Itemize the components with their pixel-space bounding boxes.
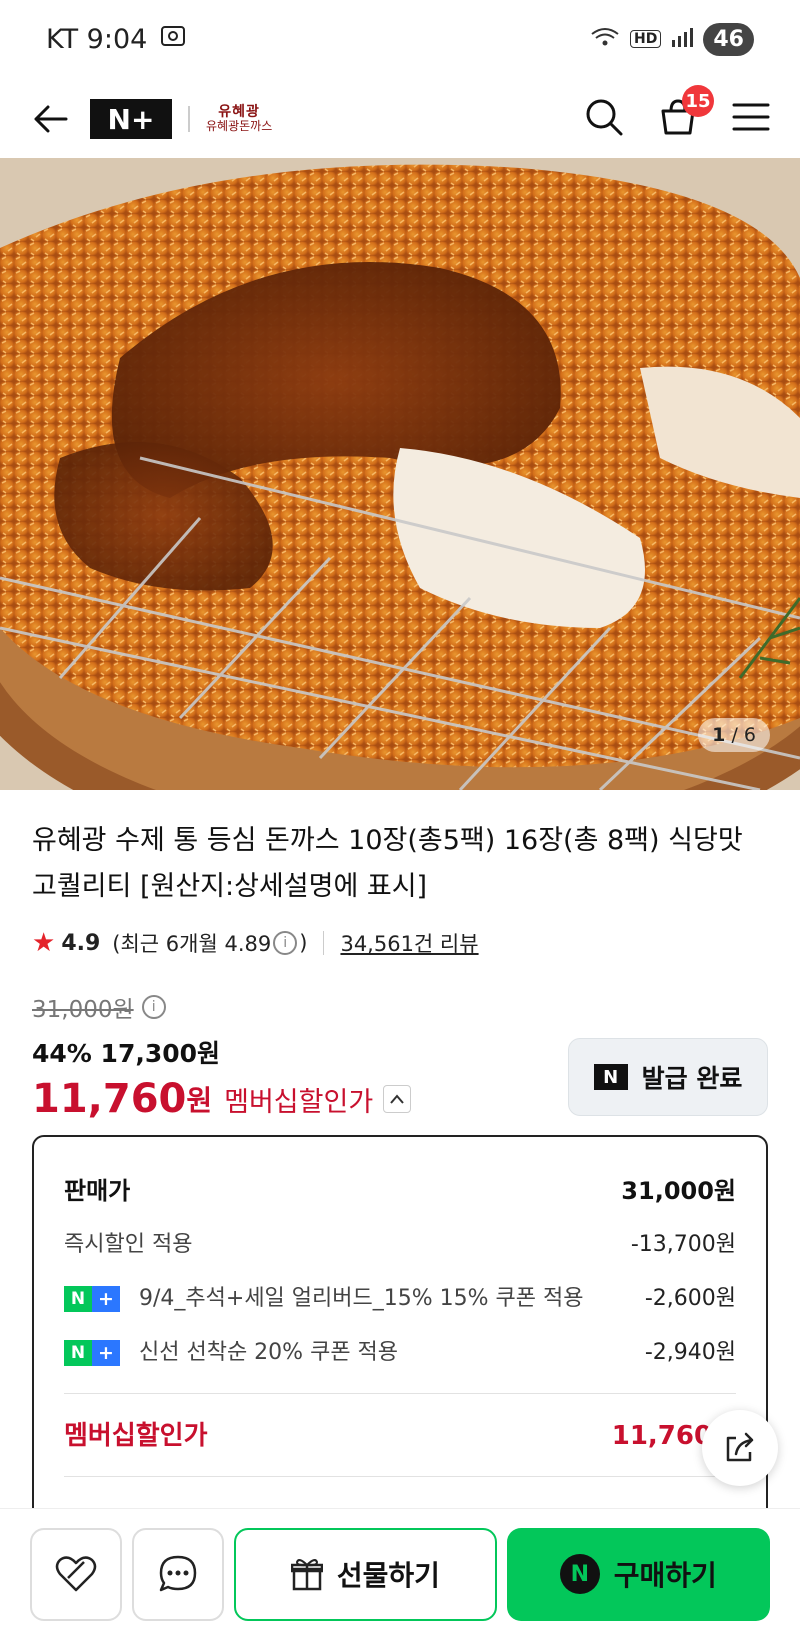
naver-plus-badge-icon: N +	[64, 1340, 120, 1366]
share-icon	[726, 1432, 754, 1462]
store-logo-text: 유혜광돈까스	[206, 119, 273, 133]
breakdown-amount: -13,700원	[630, 1232, 736, 1257]
naver-plus-badge-icon: N +	[64, 1286, 120, 1312]
header-divider	[188, 106, 190, 132]
naver-plus-logo[interactable]: N+	[90, 99, 172, 139]
store-logo[interactable]: 유혜광 유혜광돈까스	[206, 105, 272, 133]
rating-value: 4.9	[61, 930, 101, 956]
gallery-separator: /	[731, 724, 738, 746]
gallery-page-indicator: 1 / 6	[698, 718, 770, 752]
breakdown-member-label: 멤버십할인가	[64, 1420, 208, 1451]
rating-divider	[323, 931, 325, 955]
breakdown-amount: -2,940원	[644, 1340, 736, 1365]
original-price-row: 31,000원 i	[32, 990, 772, 1024]
breakdown-divider	[64, 1476, 736, 1477]
breakdown-amount: 31,000원	[621, 1176, 736, 1205]
gift-button[interactable]: 선물하기	[234, 1527, 497, 1621]
original-price: 31,000원	[32, 997, 134, 1023]
breakdown-row: N + 9/4_추석+세일 얼리버드_15% 15% 쿠폰 적용 -2,600원	[64, 1269, 736, 1323]
review-count-link[interactable]: 34,561건 리뷰	[340, 928, 478, 958]
menu-button[interactable]	[732, 101, 770, 137]
product-info: 유혜광 수제 통 등심 돈까스 10장(총5팩) 16장(총 8팩) 식당맛 고…	[0, 790, 800, 958]
gift-icon	[290, 1559, 323, 1591]
buy-button[interactable]: N 구매하기	[506, 1527, 770, 1621]
gallery-current-page: 1	[712, 724, 726, 746]
recent-rating: (최근 6개월 4.89	[112, 932, 272, 956]
hd-icon: HD	[630, 30, 662, 48]
share-button[interactable]	[702, 1410, 778, 1486]
star-icon: ★	[32, 928, 56, 958]
member-price: 11,760	[32, 1076, 187, 1122]
recent-rating-close: )	[299, 931, 308, 955]
buy-button-label: 구매하기	[613, 1559, 717, 1592]
bottom-action-bar: 선물하기 N 구매하기	[0, 1508, 800, 1639]
price-breakdown-card: 판매가 31,000원 즉시할인 적용 -13,700원 N + 9/4_추석+세…	[32, 1135, 768, 1535]
carrier-time: KT 9:04	[46, 23, 148, 55]
breakdown-amount: -2,600원	[644, 1286, 736, 1311]
chat-button[interactable]	[132, 1527, 225, 1621]
search-button[interactable]	[584, 97, 624, 141]
breakdown-divider	[64, 1393, 736, 1394]
product-title: 유혜광 수제 통 등심 돈까스 10장(총5팩) 16장(총 8팩) 식당맛 고…	[32, 825, 743, 902]
price-info-icon[interactable]: i	[141, 995, 166, 1019]
naver-n-icon: N	[593, 1064, 628, 1090]
screenshot-icon	[159, 24, 187, 55]
breakdown-label: 판매가	[64, 1176, 131, 1205]
coupon-button-label: 발급 완료	[641, 1064, 743, 1093]
product-photo	[0, 158, 800, 790]
naver-plus-logo-text: N+	[107, 102, 155, 136]
breakdown-label: 신선 선착순 20% 쿠폰 적용	[139, 1340, 399, 1365]
breakdown-label: 즉시할인 적용	[64, 1232, 193, 1257]
info-icon[interactable]: i	[273, 931, 298, 955]
arrow-left-icon	[34, 105, 68, 133]
breakdown-row: N + 신선 선착순 20% 쿠폰 적용 -2,940원	[64, 1323, 736, 1377]
price-breakdown-toggle[interactable]	[383, 1085, 412, 1113]
gallery-total-pages: 6	[743, 724, 756, 746]
breakdown-member-row: 멤버십할인가 11,760원	[64, 1402, 736, 1464]
battery-indicator: 46	[703, 22, 754, 56]
search-icon	[586, 99, 623, 136]
rating-row: ★ 4.9 (최근 6개월 4.89 i ) 34,561건 리뷰	[32, 928, 768, 958]
chevron-up-icon	[390, 1094, 404, 1104]
chat-bubble-icon	[159, 1555, 197, 1592]
cart-button[interactable]: 15	[658, 85, 714, 141]
back-button[interactable]	[30, 99, 70, 139]
breakdown-row: 판매가 31,000원	[64, 1161, 736, 1215]
member-price-label: 멤버십할인가	[224, 1086, 374, 1118]
wishlist-button[interactable]	[30, 1527, 123, 1621]
cart-count-badge: 15	[682, 85, 714, 117]
breakdown-label: 9/4_추석+세일 얼리버드_15% 15% 쿠폰 적용	[139, 1286, 584, 1311]
breakdown-row: 즉시할인 적용 -13,700원	[64, 1215, 736, 1269]
coupon-issued-button[interactable]: N 발급 완료	[568, 1038, 768, 1116]
status-bar: KT 9:04 HD 46	[0, 0, 800, 78]
gift-button-label: 선물하기	[336, 1559, 440, 1592]
store-logo-mark: 유혜광	[218, 104, 260, 120]
signal-icon	[671, 26, 694, 53]
heart-icon	[55, 1556, 97, 1592]
hamburger-menu-icon	[732, 103, 770, 131]
naver-pay-icon: N	[559, 1554, 600, 1594]
app-header: N+ 유혜광 유혜광돈까스 15	[0, 78, 800, 160]
product-image-gallery[interactable]: 1 / 6	[0, 158, 800, 790]
wifi-icon	[590, 26, 620, 53]
member-price-unit: 원	[186, 1084, 213, 1117]
